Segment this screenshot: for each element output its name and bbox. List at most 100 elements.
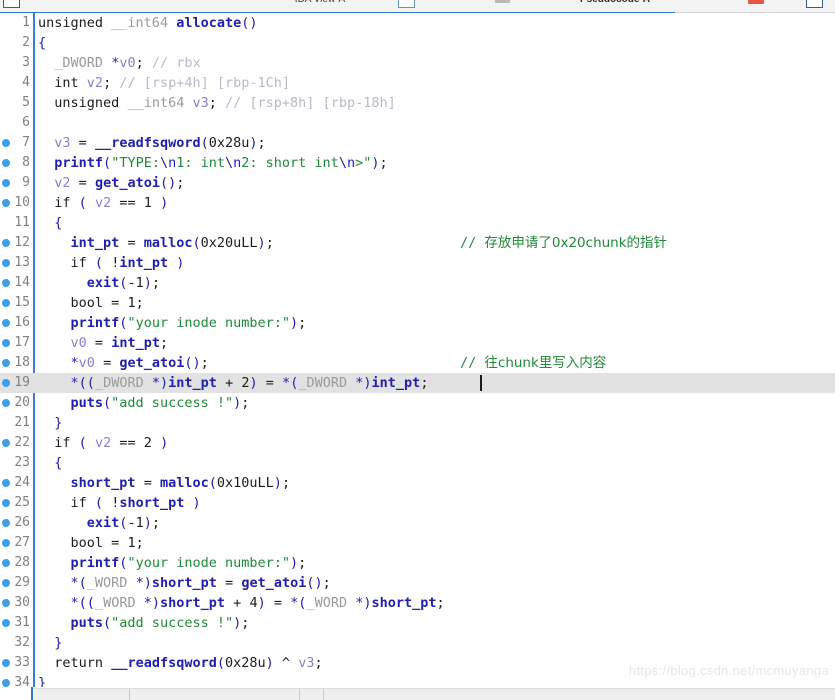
line-number: 3 (22, 55, 30, 70)
code-line[interactable]: 19 *((_DWORD *)int_pt + 2) = *(_DWORD *)… (0, 373, 835, 393)
code-line[interactable]: 31 puts("add success !"); (0, 613, 835, 633)
line-number: 6 (22, 115, 30, 130)
code-line[interactable]: 12 int_pt = malloc(0x20uLL); // 存放申请了0x20… (0, 233, 835, 253)
window-icon-secondary[interactable] (398, 0, 415, 8)
code-line[interactable]: 1 unsigned __int64 allocate() (0, 13, 835, 33)
line-number: 22 (14, 435, 30, 450)
code-text: puts("add success !"); (70, 395, 250, 411)
window-icon-right[interactable] (806, 0, 823, 8)
code-text: v0 = int_pt; (70, 335, 169, 351)
line-number: 18 (14, 355, 30, 370)
code-line[interactable]: 25 if ( !short_pt ) (0, 493, 835, 513)
code-line[interactable]: 3 _DWORD *v0; // rbx (0, 53, 835, 73)
line-number: 8 (22, 155, 30, 170)
code-line[interactable]: 23 { (0, 453, 835, 473)
code-line[interactable]: 20 puts("add success !"); (0, 393, 835, 413)
window-icon[interactable] (3, 0, 20, 8)
code-line[interactable]: 22 if ( v2 == 2 ) (0, 433, 835, 453)
line-number: 1 (22, 15, 30, 30)
line-number: 14 (14, 275, 30, 290)
line-number: 15 (14, 295, 30, 310)
code-line[interactable]: 24 short_pt = malloc(0x10uLL); (0, 473, 835, 493)
line-number: 5 (22, 95, 30, 110)
code-text: *v0 = get_atoi(); (70, 355, 209, 371)
code-line[interactable]: 18 *v0 = get_atoi(); // 往chunk里写入内容 (0, 353, 835, 373)
code-text: printf("your inode number:"); (70, 315, 307, 331)
line-number: 33 (14, 655, 30, 670)
code-text: v3 = __readfsqword(0x28u); (54, 135, 266, 151)
code-text: bool = 1; (70, 295, 144, 311)
line-number: 31 (14, 615, 30, 630)
code-line[interactable]: 2{ (0, 33, 835, 53)
tab-title: IDA View-A (170, 0, 470, 6)
window-chrome: IDA View-A Pseudocode-A (0, 0, 835, 13)
code-line[interactable]: 7 v3 = __readfsqword(0x28u); (0, 133, 835, 153)
code-text: } (54, 635, 63, 651)
line-number: 25 (14, 495, 30, 510)
code-area[interactable]: 1 unsigned __int64 allocate() 2{3 _DWORD *… (0, 13, 835, 687)
code-text: if ( v2 == 2 ) (54, 435, 169, 451)
code-text: bool = 1; (70, 535, 144, 551)
annotation-comment: // 往chunk里写入内容 (460, 355, 607, 371)
line-number: 17 (14, 335, 30, 350)
code-line[interactable]: 11 { (0, 213, 835, 233)
code-text: unsigned __int64 v3; // [rsp+8h] [rbp-18… (54, 95, 396, 111)
code-text: puts("add success !"); (70, 615, 250, 631)
line-number: 9 (22, 175, 30, 190)
code-text: { (54, 455, 63, 471)
code-line[interactable]: 15 bool = 1; (0, 293, 835, 313)
code-text: } (38, 675, 47, 687)
line-number: 12 (14, 235, 30, 250)
status-separator (299, 689, 300, 700)
code-text: *((_WORD *)short_pt + 4) = *(_WORD *)sho… (70, 595, 445, 611)
line-number: 11 (14, 215, 30, 230)
line-number: 24 (14, 475, 30, 490)
code-line[interactable]: 4 int v2; // [rsp+4h] [rbp-1Ch] (0, 73, 835, 93)
line-number: 20 (14, 395, 30, 410)
code-line[interactable]: 26 exit(-1); (0, 513, 835, 533)
code-line[interactable]: 30 *((_WORD *)short_pt + 4) = *(_WORD *)… (0, 593, 835, 613)
code-line[interactable]: 9 v2 = get_atoi(); (0, 173, 835, 193)
code-text: if ( v2 == 1 ) (54, 195, 169, 211)
code-text: printf("TYPE:\n1: int\n2: short int\n>")… (54, 155, 388, 171)
code-text: _DWORD *v0; // rbx (54, 55, 201, 71)
line-number: 30 (14, 595, 30, 610)
code-line[interactable]: 10 if ( v2 == 1 ) (0, 193, 835, 213)
line-number: 7 (22, 135, 30, 150)
line-number: 26 (14, 515, 30, 530)
line-number: 13 (14, 255, 30, 270)
code-line[interactable]: 21 } (0, 413, 835, 433)
code-text: int_pt = malloc(0x20uLL); (70, 235, 274, 251)
code-line[interactable]: 8 printf("TYPE:\n1: int\n2: short int\n>… (0, 153, 835, 173)
code-text: short_pt = malloc(0x10uLL); (70, 475, 291, 491)
code-text: { (38, 35, 47, 51)
code-line[interactable]: 16 printf("your inode number:"); (0, 313, 835, 333)
code-line[interactable]: 32 } (0, 633, 835, 653)
line-number: 23 (14, 455, 30, 470)
status-bar (0, 687, 835, 700)
close-button[interactable] (748, 0, 764, 4)
status-separator (323, 689, 324, 700)
status-separator (129, 689, 130, 700)
code-text: return __readfsqword(0x28u) ^ v3; (54, 655, 323, 671)
code-line[interactable]: 13 if ( !int_pt ) (0, 253, 835, 273)
code-text: exit(-1); (86, 275, 160, 291)
code-text: *((_DWORD *)int_pt + 2) = *(_DWORD *)int… (70, 375, 429, 391)
line-number: 21 (14, 415, 30, 430)
line-number: 28 (14, 555, 30, 570)
watermark: https://blog.csdn.net/mcmuyanga (628, 663, 829, 678)
line-number: 16 (14, 315, 30, 330)
code-line[interactable]: 6 (0, 113, 835, 133)
pseudocode-editor[interactable]: 1 unsigned __int64 allocate() 2{3 _DWORD *… (0, 13, 835, 687)
line-number: 4 (22, 75, 30, 90)
code-line[interactable]: 28 printf("your inode number:"); (0, 553, 835, 573)
ida-pseudocode-window: IDA View-A Pseudocode-A 1 unsigned __int6… (0, 0, 835, 700)
code-line[interactable]: 17 v0 = int_pt; (0, 333, 835, 353)
code-line[interactable]: 29 *(_WORD *)short_pt = get_atoi(); (0, 573, 835, 593)
secondary-tab-title: Pseudocode-A (470, 0, 760, 6)
code-line[interactable]: 27 bool = 1; (0, 533, 835, 553)
code-text: *(_WORD *)short_pt = get_atoi(); (70, 575, 331, 591)
code-line[interactable]: 5 unsigned __int64 v3; // [rsp+8h] [rbp-… (0, 93, 835, 113)
line-number: 29 (14, 575, 30, 590)
code-line[interactable]: 14 exit(-1); (0, 273, 835, 293)
